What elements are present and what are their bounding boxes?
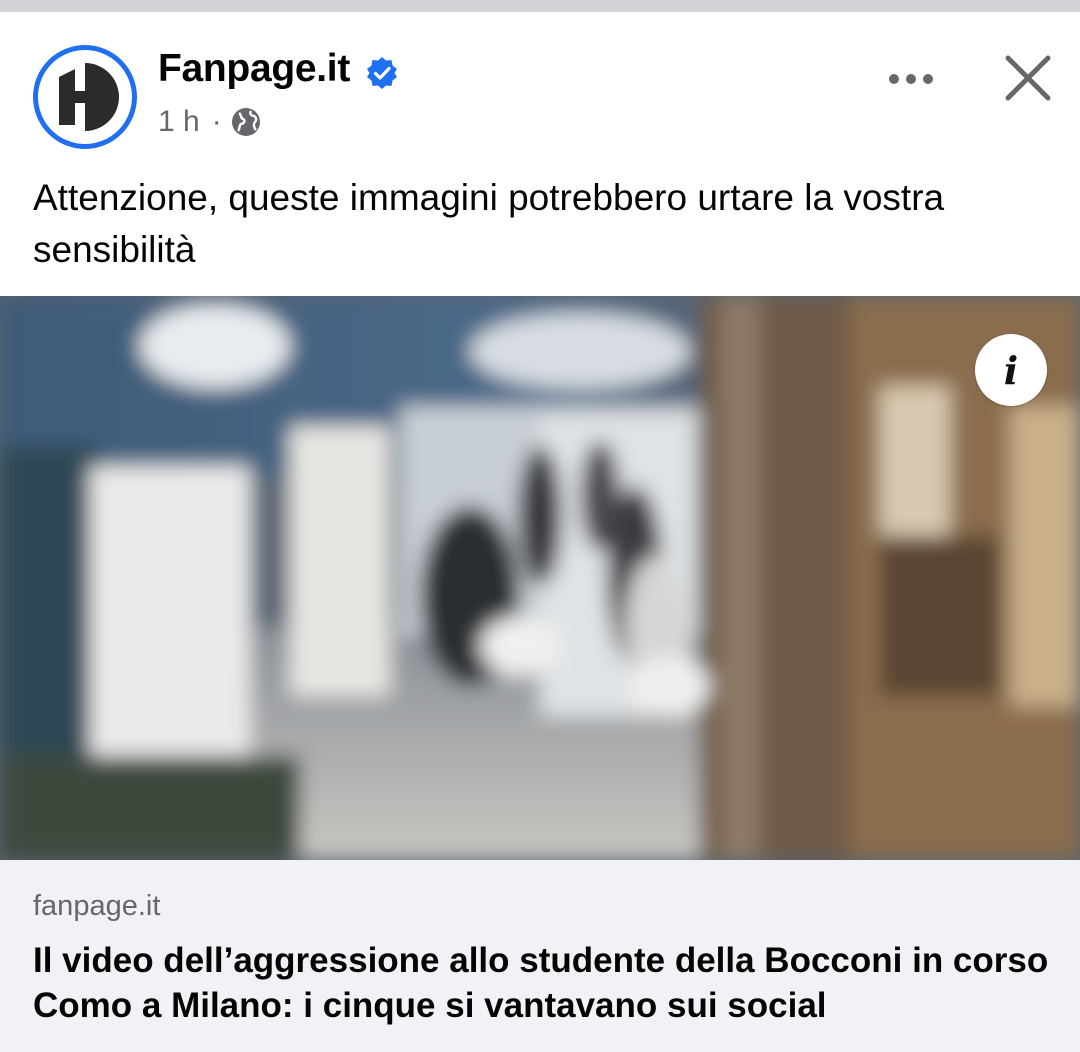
fanpage-logo-icon xyxy=(38,50,132,144)
meta-separator: · xyxy=(211,105,222,138)
feed-divider xyxy=(0,0,1080,12)
surveillance-footage-image xyxy=(0,296,1080,860)
video-thumbnail[interactable] xyxy=(0,296,1080,860)
post-text: Attenzione, queste immagini potrebbero u… xyxy=(33,177,945,270)
link-title: Il video dell’aggressione allo studente … xyxy=(33,941,1049,1025)
post-header: Fanpage.it 1 h · xyxy=(0,12,1080,162)
link-preview-card[interactable]: fanpage.it Il video dell’aggressione all… xyxy=(0,860,1080,1052)
globe-icon xyxy=(231,108,260,136)
post-meta: 1 h · xyxy=(158,104,262,140)
link-domain: fanpage.it xyxy=(33,890,161,922)
more-dot xyxy=(923,74,933,84)
page-avatar[interactable] xyxy=(33,45,137,149)
page-name[interactable]: Fanpage.it xyxy=(158,46,350,92)
post-time[interactable]: 1 h xyxy=(158,105,200,139)
info-glyph: i xyxy=(1003,347,1019,393)
verified-badge-icon xyxy=(367,57,397,89)
info-icon[interactable]: i xyxy=(975,334,1047,406)
more-dot xyxy=(889,74,899,84)
more-dot xyxy=(906,74,916,84)
close-icon[interactable] xyxy=(998,48,1058,108)
more-horizontal-icon[interactable] xyxy=(878,54,944,104)
